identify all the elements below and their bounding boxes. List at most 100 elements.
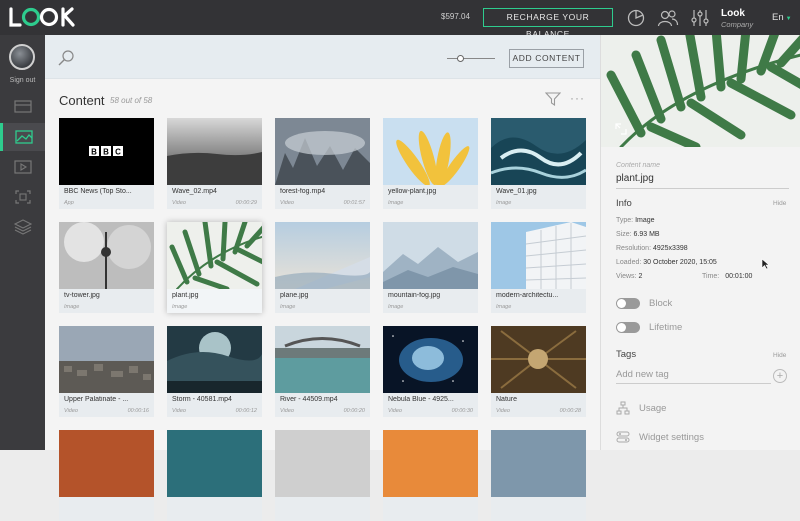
image-gallery-icon — [15, 130, 33, 144]
content-card[interactable]: yellow-plant.jpg Image — [383, 118, 478, 209]
content-card-duration: 00:00:16 — [127, 408, 149, 414]
sidebar-item-screens[interactable] — [0, 93, 45, 121]
block-toggle[interactable] — [616, 298, 640, 309]
content-thumbnail — [491, 118, 586, 185]
content-card-partial[interactable] — [491, 430, 586, 521]
info-size: Size: 6.93 MB — [616, 231, 660, 238]
content-card[interactable]: Storm - 40581.mp4 Video 00:00:12 — [167, 326, 262, 417]
thumbnail-size-slider[interactable] — [447, 55, 495, 62]
add-tag-button[interactable]: + — [773, 369, 787, 383]
content-card[interactable]: B B C BBC News (Top Sto... App — [59, 118, 154, 209]
info-views: Views: 2 — [616, 273, 643, 280]
content-thumbnail — [491, 326, 586, 393]
content-card[interactable]: Nebula Blue - 4925... Video 00:00:30 — [383, 326, 478, 417]
content-thumbnail: BBC — [59, 118, 154, 185]
content-card[interactable]: Nature Video 00:00:28 — [491, 326, 586, 417]
content-thumbnail — [383, 222, 478, 289]
content-card[interactable]: Upper Palatinate - ... Video 00:00:16 — [59, 326, 154, 417]
content-card-name: Wave_02.mp4 — [172, 188, 217, 195]
info-hide-toggle[interactable]: Hide — [773, 200, 786, 207]
content-card[interactable]: River - 44509.mp4 Video 00:00:20 — [275, 326, 370, 417]
content-card-type: Image — [280, 304, 296, 310]
search-icon[interactable] — [57, 49, 75, 67]
content-thumbnail — [59, 326, 154, 393]
language-selector[interactable]: En ▼ — [772, 12, 792, 23]
content-card[interactable]: modern-architectu... Image — [491, 222, 586, 313]
details-panel: Content name plant.jpg Info Hide Type: I… — [600, 35, 800, 450]
content-card-duration: 00:00:30 — [451, 408, 473, 414]
content-card[interactable]: plant.jpg Image — [167, 222, 262, 313]
content-card[interactable]: plane.jpg Image — [275, 222, 370, 313]
content-card-name: mountain-fog.jpg — [388, 292, 441, 299]
content-thumbnail — [59, 430, 154, 497]
new-tag-input[interactable]: Add new tag — [616, 369, 771, 384]
content-card-name: Nature — [496, 396, 518, 403]
users-icon[interactable] — [657, 8, 679, 28]
sidebar-item-layers[interactable] — [0, 213, 45, 241]
content-card-duration: 00:00:29 — [235, 200, 257, 206]
look-logo-icon — [9, 7, 75, 27]
content-card-type: Video — [280, 200, 294, 206]
page-title: Content — [59, 93, 105, 108]
pie-chart-icon[interactable] — [626, 8, 646, 28]
svg-text:B: B — [103, 148, 109, 157]
content-card[interactable]: Wave_02.mp4 Video 00:00:29 — [167, 118, 262, 209]
usage-link[interactable]: Usage — [616, 401, 666, 415]
expand-icon[interactable] — [615, 123, 627, 135]
add-content-button[interactable]: ADD CONTENT — [509, 49, 584, 68]
content-count: 58 out of 58 — [110, 96, 153, 105]
content-thumbnail — [59, 222, 154, 289]
sidebar-item-videos[interactable] — [0, 153, 45, 181]
app-logo[interactable] — [8, 6, 78, 28]
content-card-type: Video — [172, 408, 186, 414]
content-card-duration: 00:00:12 — [235, 408, 257, 414]
tags-hide-toggle[interactable]: Hide — [773, 352, 786, 359]
content-thumbnail — [491, 430, 586, 497]
avatar[interactable] — [9, 44, 35, 70]
filter-icon[interactable] — [545, 92, 561, 106]
content-name-field[interactable]: plant.jpg — [616, 173, 654, 184]
info-heading: Info — [616, 198, 632, 209]
content-name-underline — [616, 188, 789, 189]
sidebar: Sign out — [0, 35, 45, 450]
svg-text:C: C — [115, 148, 121, 157]
content-card-type: Image — [496, 200, 512, 206]
content-card-type: Video — [172, 200, 186, 206]
content-card-type: Image — [172, 304, 188, 310]
settings-sliders-icon[interactable] — [690, 8, 710, 28]
widget-settings-label: Widget settings — [639, 431, 704, 443]
content-card-duration: 00:01:57 — [343, 200, 365, 206]
sidebar-item-content[interactable] — [0, 123, 45, 151]
sign-out-link[interactable]: Sign out — [0, 77, 45, 84]
content-card-duration: 00:00:20 — [343, 408, 365, 414]
lifetime-toggle[interactable] — [616, 322, 640, 333]
top-bar: $597.04 RECHARGE YOUR BALANCE Look Compa… — [0, 0, 800, 39]
sidebar-item-scan[interactable] — [0, 183, 45, 211]
content-card-name: plane.jpg — [280, 292, 309, 299]
content-card-partial[interactable] — [167, 430, 262, 521]
content-card[interactable]: tv-tower.jpg Image — [59, 222, 154, 313]
slider-handle[interactable] — [457, 55, 464, 62]
content-card[interactable]: mountain-fog.jpg Image — [383, 222, 478, 313]
content-card-partial[interactable] — [59, 430, 154, 521]
caret-down-icon: ▼ — [785, 16, 792, 22]
content-card-type: Video — [64, 408, 78, 414]
content-toolbar: ADD CONTENT — [45, 35, 600, 79]
info-time: Time: 00:01:00 — [702, 273, 753, 280]
info-type: Type: Image — [616, 217, 655, 224]
account-balance: $597.04 — [441, 12, 470, 21]
more-options-icon[interactable]: ··· — [570, 91, 585, 105]
recharge-balance-button[interactable]: RECHARGE YOUR BALANCE — [483, 8, 613, 39]
widget-settings-link[interactable]: Widget settings — [616, 430, 704, 444]
company-switcher[interactable]: Look Company — [721, 9, 753, 29]
content-card-name: River - 44509.mp4 — [280, 396, 338, 403]
content-card-partial[interactable] — [275, 430, 370, 521]
content-card[interactable]: Wave_01.jpg Image — [491, 118, 586, 209]
content-card-name: tv-tower.jpg — [64, 292, 100, 299]
content-card[interactable]: forest-fog.mp4 Video 00:01:57 — [275, 118, 370, 209]
tags-heading: Tags — [616, 349, 637, 360]
content-card-partial[interactable] — [383, 430, 478, 521]
content-card-type: Image — [64, 304, 80, 310]
content-card-type: App — [64, 200, 74, 206]
content-card-name: forest-fog.mp4 — [280, 188, 326, 195]
